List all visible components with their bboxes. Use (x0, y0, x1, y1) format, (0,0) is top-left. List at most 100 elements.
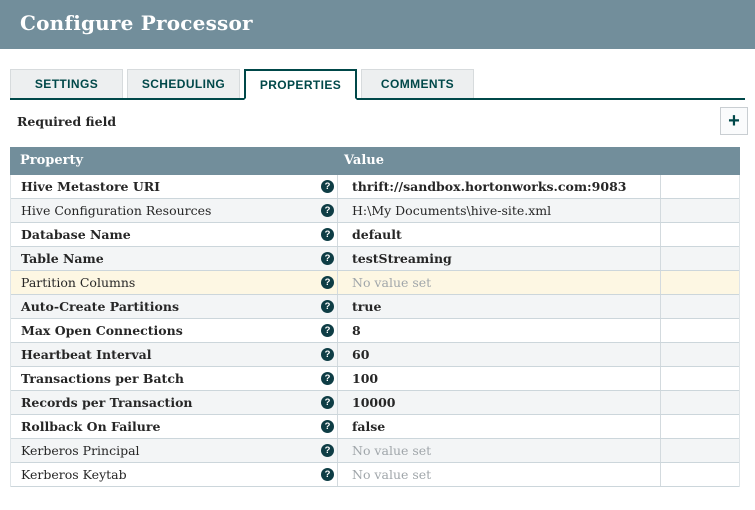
properties-table: Property Value Hive Metastore URI ? thri… (10, 147, 740, 487)
dialog-title: Configure Processor (20, 11, 253, 35)
property-value-cell[interactable]: default (337, 223, 660, 246)
row-actions-cell (660, 199, 739, 222)
property-name-cell: Records per Transaction ? (11, 391, 337, 414)
property-name: Records per Transaction (21, 395, 193, 410)
property-value-cell[interactable]: No value set (337, 439, 660, 462)
help-icon[interactable]: ? (321, 372, 334, 385)
table-row[interactable]: Partition Columns ? No value set (11, 271, 739, 295)
help-icon[interactable]: ? (321, 324, 334, 337)
property-name-cell: Auto-Create Partitions ? (11, 295, 337, 318)
row-actions-cell (660, 175, 739, 198)
property-name-cell: Kerberos Keytab ? (11, 463, 337, 486)
column-header-value: Value (344, 153, 384, 168)
property-name-cell: Heartbeat Interval ? (11, 343, 337, 366)
property-value-cell[interactable]: No value set (337, 463, 660, 486)
row-actions-cell (660, 391, 739, 414)
table-row[interactable]: Transactions per Batch ? 100 (11, 367, 739, 391)
row-actions-cell (660, 343, 739, 366)
plus-icon: + (728, 110, 740, 132)
tab-scheduling[interactable]: SCHEDULING (127, 69, 240, 98)
property-name: Partition Columns (21, 275, 136, 290)
help-icon[interactable]: ? (321, 348, 334, 361)
property-name: Database Name (21, 227, 131, 242)
property-value-cell[interactable]: 100 (337, 367, 660, 390)
table-header-row: Property Value (10, 147, 740, 175)
column-header-property: Property (20, 153, 84, 168)
property-value: No value set (352, 467, 432, 482)
row-actions-cell (660, 295, 739, 318)
property-name: Kerberos Keytab (21, 467, 127, 482)
table-row[interactable]: Rollback On Failure ? false (11, 415, 739, 439)
table-row[interactable]: Max Open Connections ? 8 (11, 319, 739, 343)
property-value: No value set (352, 443, 432, 458)
table-row[interactable]: Database Name ? default (11, 223, 739, 247)
row-actions-cell (660, 463, 739, 486)
property-value-cell[interactable]: false (337, 415, 660, 438)
property-value-cell[interactable]: 60 (337, 343, 660, 366)
tab-settings[interactable]: SETTINGS (10, 69, 123, 98)
row-actions-cell (660, 415, 739, 438)
property-value-cell[interactable]: true (337, 295, 660, 318)
dialog-header: Configure Processor (0, 0, 755, 49)
table-row[interactable]: Auto-Create Partitions ? true (11, 295, 739, 319)
property-name: Kerberos Principal (21, 443, 140, 458)
property-name-cell: Partition Columns ? (11, 271, 337, 294)
add-property-button[interactable]: + (720, 107, 748, 135)
table-row[interactable]: Kerberos Keytab ? No value set (11, 463, 739, 487)
property-name: Hive Configuration Resources (21, 203, 212, 218)
table-row[interactable]: Kerberos Principal ? No value set (11, 439, 739, 463)
help-icon[interactable]: ? (321, 396, 334, 409)
property-value: testStreaming (352, 251, 452, 266)
property-value: default (352, 227, 402, 242)
property-name: Heartbeat Interval (21, 347, 152, 362)
help-icon[interactable]: ? (321, 276, 334, 289)
property-value-cell[interactable]: testStreaming (337, 247, 660, 270)
tab-bar: SETTINGS SCHEDULING PROPERTIES COMMENTS (10, 69, 745, 100)
row-actions-cell (660, 247, 739, 270)
help-icon[interactable]: ? (321, 228, 334, 241)
property-value: 60 (352, 347, 370, 362)
property-name: Table Name (21, 251, 104, 266)
property-name-cell: Max Open Connections ? (11, 319, 337, 342)
row-actions-cell (660, 367, 739, 390)
help-icon[interactable]: ? (321, 468, 334, 481)
property-value: thrift://sandbox.hortonworks.com:9083 (352, 179, 627, 194)
help-icon[interactable]: ? (321, 204, 334, 217)
required-field-label: Required field (17, 114, 117, 129)
table-row[interactable]: Table Name ? testStreaming (11, 247, 739, 271)
help-icon[interactable]: ? (321, 300, 334, 313)
table-row[interactable]: Hive Metastore URI ? thrift://sandbox.ho… (11, 175, 739, 199)
table-body: Hive Metastore URI ? thrift://sandbox.ho… (10, 175, 740, 487)
help-icon[interactable]: ? (321, 420, 334, 433)
row-actions-cell (660, 271, 739, 294)
property-name: Rollback On Failure (21, 419, 161, 434)
property-value-cell[interactable]: No value set (337, 271, 660, 294)
help-icon[interactable]: ? (321, 252, 334, 265)
property-name: Hive Metastore URI (21, 179, 160, 194)
row-actions-cell (660, 319, 739, 342)
property-name: Max Open Connections (21, 323, 183, 338)
property-name-cell: Database Name ? (11, 223, 337, 246)
property-value: 8 (352, 323, 361, 338)
table-row[interactable]: Hive Configuration Resources ? H:\My Doc… (11, 199, 739, 223)
tab-comments[interactable]: COMMENTS (361, 69, 474, 98)
property-name-cell: Rollback On Failure ? (11, 415, 337, 438)
property-name: Auto-Create Partitions (21, 299, 180, 314)
table-row[interactable]: Records per Transaction ? 10000 (11, 391, 739, 415)
help-icon[interactable]: ? (321, 180, 334, 193)
property-value-cell[interactable]: 8 (337, 319, 660, 342)
property-value: true (352, 299, 382, 314)
property-name-cell: Hive Configuration Resources ? (11, 199, 337, 222)
property-value-cell[interactable]: 10000 (337, 391, 660, 414)
property-value-cell[interactable]: thrift://sandbox.hortonworks.com:9083 (337, 175, 660, 198)
property-name-cell: Transactions per Batch ? (11, 367, 337, 390)
table-row[interactable]: Heartbeat Interval ? 60 (11, 343, 739, 367)
property-name-cell: Kerberos Principal ? (11, 439, 337, 462)
property-value-cell[interactable]: H:\My Documents\hive-site.xml (337, 199, 660, 222)
tab-properties[interactable]: PROPERTIES (244, 69, 357, 100)
property-name: Transactions per Batch (21, 371, 185, 386)
property-value: 10000 (352, 395, 396, 410)
property-value: false (352, 419, 386, 434)
help-icon[interactable]: ? (321, 444, 334, 457)
property-value: No value set (352, 275, 432, 290)
